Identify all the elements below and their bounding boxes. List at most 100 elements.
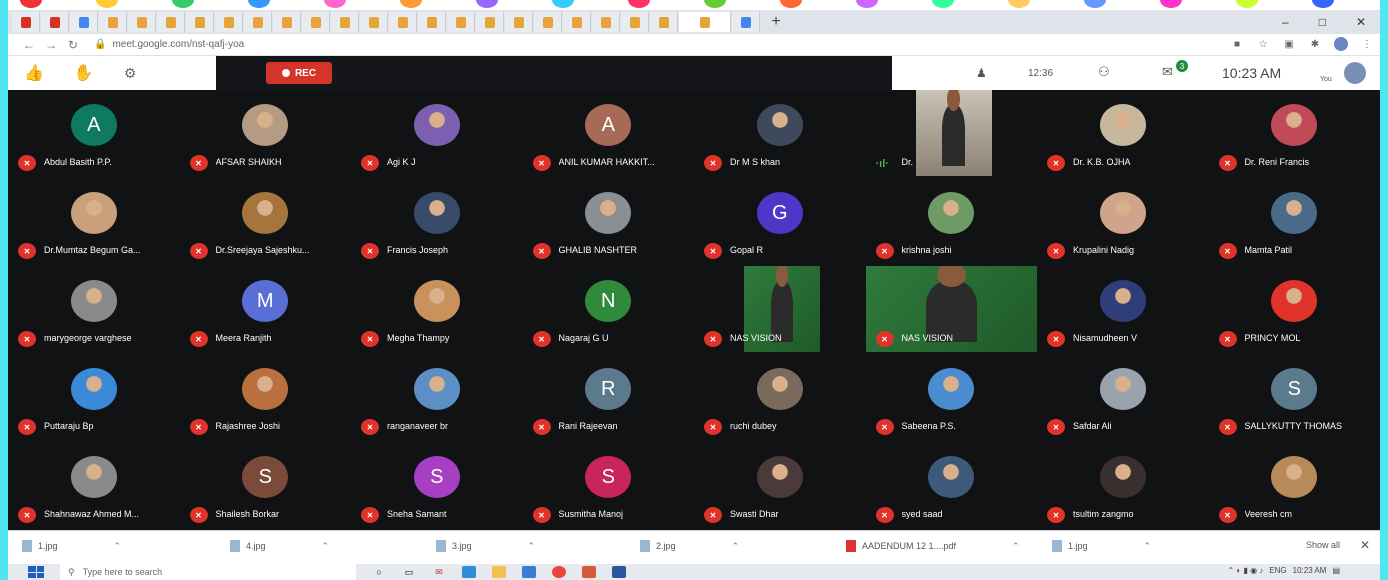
store-icon[interactable]: [522, 566, 536, 578]
participant-tile[interactable]: ✕ Swasti Dhar: [694, 442, 866, 530]
settings-icon[interactable]: ⚙: [124, 65, 137, 82]
participant-tile[interactable]: ✕ Puttaraju Bp: [8, 354, 180, 442]
participant-tile[interactable]: ✕ Mamta Patil: [1209, 178, 1381, 266]
participant-tile[interactable]: G ✕ Gopal R: [694, 178, 866, 266]
participant-tile[interactable]: ·ıl· Dr.: [866, 90, 1038, 178]
chevron-up-icon[interactable]: ⌃: [732, 541, 740, 552]
download-item[interactable]: 1.jpg ⌃: [1052, 540, 1151, 552]
participant-tile[interactable]: ✕ syed saad: [866, 442, 1038, 530]
browser-tab[interactable]: [592, 12, 620, 32]
browser-tab[interactable]: [563, 12, 591, 32]
participant-tile[interactable]: ✕ Safdar Ali: [1037, 354, 1209, 442]
participant-tile[interactable]: ✕ Rajashree Joshi: [180, 354, 352, 442]
participant-tile[interactable]: ✕ Veeresh cm: [1209, 442, 1381, 530]
raise-hand-icon[interactable]: ✋: [74, 63, 94, 83]
download-item[interactable]: AADENDUM 12 1....pdf ⌃: [846, 540, 1020, 552]
tray-language[interactable]: ENG: [1269, 566, 1286, 575]
participant-tile[interactable]: ✕ Krupalini Nadig: [1037, 178, 1209, 266]
browser-tab[interactable]: [505, 12, 533, 32]
participant-tile[interactable]: ✕ Nisamudheen V: [1037, 266, 1209, 354]
people-icon[interactable]: ♟: [976, 66, 987, 80]
browser-tab[interactable]: [476, 12, 504, 32]
browser-tab[interactable]: [273, 12, 301, 32]
browser-tab[interactable]: [186, 12, 214, 32]
thumbs-up-icon[interactable]: 👍: [24, 63, 44, 83]
browser-tab[interactable]: [12, 12, 40, 32]
download-item[interactable]: 3.jpg ⌃: [436, 540, 535, 552]
browser-tab[interactable]: [70, 12, 98, 32]
forward-icon[interactable]: →: [40, 38, 62, 52]
browser-tab[interactable]: [389, 12, 417, 32]
edge-icon[interactable]: [462, 566, 476, 578]
participant-tile[interactable]: ✕ Megha Thampy: [351, 266, 523, 354]
self-avatar[interactable]: [1344, 62, 1366, 84]
participant-tile[interactable]: M ✕ Meera Ranjith: [180, 266, 352, 354]
participant-tile[interactable]: ✕ NAS VISION: [865, 266, 1037, 354]
browser-tab[interactable]: [99, 12, 127, 32]
participant-tile[interactable]: ✕ marygeorge varghese: [8, 266, 180, 354]
browser-tab[interactable]: [157, 12, 185, 32]
participant-tile[interactable]: ✕ Dr.Sreejaya Sajeshku...: [180, 178, 352, 266]
chevron-up-icon[interactable]: ⌃: [528, 541, 536, 552]
chevron-up-icon[interactable]: ⌃: [1012, 541, 1020, 552]
url-field[interactable]: 🔒 meet.google.com/nst-qafj-yoa: [94, 39, 244, 50]
browser-tab[interactable]: [360, 12, 388, 32]
show-all-downloads-button[interactable]: Show all: [1306, 540, 1340, 550]
participant-tile[interactable]: ✕ NAS VISION: [694, 266, 866, 354]
participant-tile[interactable]: ✕ Dr. Reni Francis: [1209, 90, 1381, 178]
menu-icon[interactable]: ⋮: [1360, 37, 1374, 51]
browser-tab[interactable]: [128, 12, 156, 32]
participant-tile[interactable]: ✕ ruchi dubey: [694, 354, 866, 442]
close-button[interactable]: ✕: [1356, 15, 1366, 29]
browser-tab[interactable]: [418, 12, 446, 32]
chevron-up-icon[interactable]: ⌃: [1144, 541, 1152, 552]
participant-tile[interactable]: A ✕ ANIL KUMAR HAKKIT...: [523, 90, 695, 178]
mail-icon[interactable]: ✉: [432, 566, 446, 578]
star-icon[interactable]: ☆: [1256, 37, 1270, 51]
notification-icon[interactable]: ▤: [1332, 566, 1340, 575]
task-view-icon[interactable]: ▭: [402, 566, 416, 578]
participant-tile[interactable]: S ✕ Susmitha Manoj: [523, 442, 695, 530]
download-item[interactable]: 1.jpg ⌃: [22, 540, 121, 552]
word-icon[interactable]: [612, 566, 626, 578]
participant-tile[interactable]: ✕ Agi K J: [351, 90, 523, 178]
extension-icon[interactable]: ▣: [1282, 37, 1296, 51]
browser-tab[interactable]: [244, 12, 272, 32]
participant-tile[interactable]: ✕ tsultim zangmo: [1037, 442, 1209, 530]
profile-icon[interactable]: [1334, 37, 1348, 51]
maximize-button[interactable]: □: [1319, 15, 1326, 29]
download-item[interactable]: 2.jpg ⌃: [640, 540, 739, 552]
download-item[interactable]: 4.jpg ⌃: [230, 540, 329, 552]
participant-tile[interactable]: ✕ AFSAR SHAIKH: [180, 90, 352, 178]
chevron-up-icon[interactable]: ⌃: [322, 541, 330, 552]
participants-icon[interactable]: ⚇: [1098, 64, 1110, 80]
participant-tile[interactable]: N ✕ Nagaraj G U: [523, 266, 695, 354]
file-explorer-icon[interactable]: [492, 566, 506, 578]
browser-tab[interactable]: [302, 12, 330, 32]
url-text[interactable]: meet.google.com/nst-qafj-yoa: [112, 39, 244, 50]
tray-time[interactable]: 10:23 AM: [1293, 566, 1327, 575]
browser-tab[interactable]: [679, 12, 731, 32]
puzzle-icon[interactable]: ✱: [1308, 37, 1322, 51]
minimize-button[interactable]: –: [1282, 15, 1289, 29]
browser-tab[interactable]: [650, 12, 678, 32]
browser-tab[interactable]: [447, 12, 475, 32]
close-downloads-button[interactable]: ✕: [1360, 538, 1370, 552]
participant-tile[interactable]: ✕ ranganaveer br: [351, 354, 523, 442]
participant-tile[interactable]: ✕ Dr M S khan: [694, 90, 866, 178]
participant-tile[interactable]: ✕ PRINCY MOL: [1209, 266, 1381, 354]
participant-tile[interactable]: ✕ GHALIB NASHTER: [523, 178, 695, 266]
participant-tile[interactable]: ✕ Dr. K.B. OJHA: [1037, 90, 1209, 178]
browser-tab[interactable]: [41, 12, 69, 32]
chrome-icon[interactable]: [552, 566, 566, 578]
participant-tile[interactable]: R ✕ Rani Rajeevan: [523, 354, 695, 442]
browser-tab[interactable]: [621, 12, 649, 32]
participant-tile[interactable]: A ✕ Abdul Basith P.P.: [8, 90, 180, 178]
start-icon[interactable]: [28, 566, 44, 578]
paint-icon[interactable]: [582, 566, 596, 578]
participant-tile[interactable]: S ✕ SALLYKUTTY THOMAS: [1209, 354, 1381, 442]
participant-tile[interactable]: ✕ Francis Joseph: [351, 178, 523, 266]
tray-icons[interactable]: ⌃ ◐ ▮ ◉ ♪: [1227, 566, 1263, 575]
participant-tile[interactable]: S ✕ Shailesh Borkar: [180, 442, 352, 530]
participant-tile[interactable]: ✕ Shahnawaz Ahmed M...: [8, 442, 180, 530]
